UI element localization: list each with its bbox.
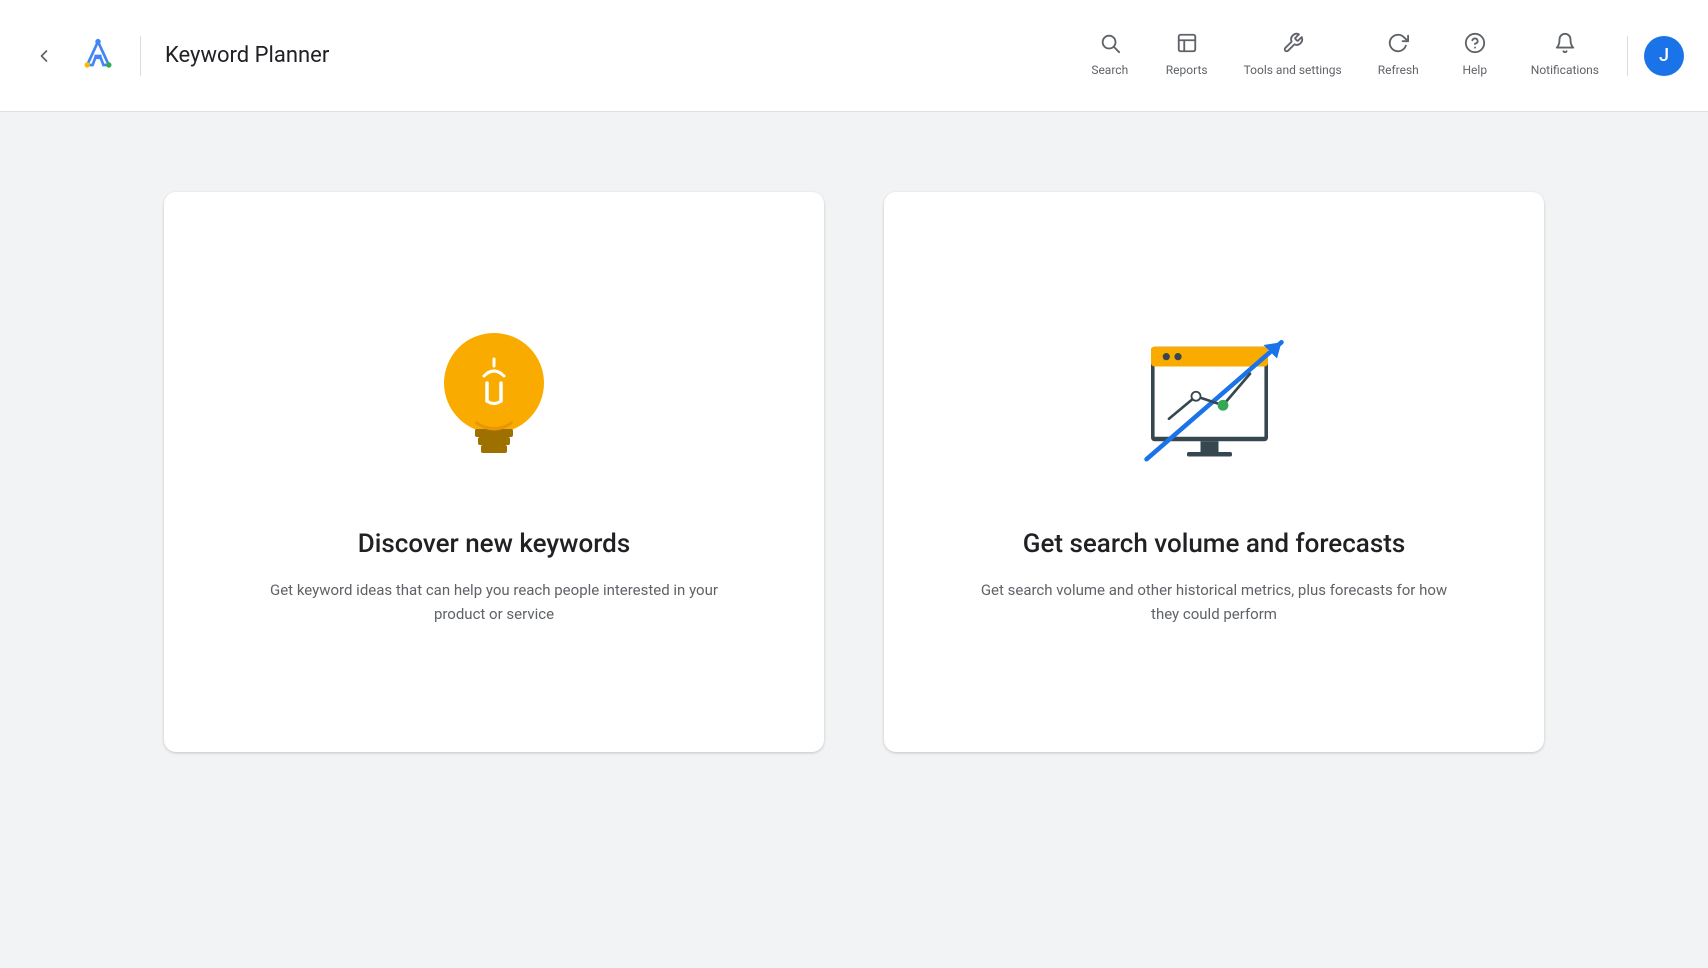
- nav-notifications-label: Notifications: [1531, 63, 1599, 79]
- header-left: Keyword Planner: [24, 36, 1074, 76]
- google-ads-logo: [80, 38, 116, 74]
- nav-refresh-label: Refresh: [1378, 63, 1419, 79]
- reports-icon: [1176, 32, 1198, 59]
- search-volume-card[interactable]: Get search volume and forecasts Get sear…: [884, 192, 1544, 752]
- refresh-icon: [1387, 32, 1409, 59]
- back-button[interactable]: [24, 36, 64, 76]
- nav-item-search[interactable]: Search: [1074, 24, 1146, 87]
- bell-icon: [1554, 32, 1576, 59]
- top-nav: Search Reports Tools and settings: [1074, 24, 1684, 87]
- avatar[interactable]: J: [1644, 36, 1684, 76]
- nav-help-label: Help: [1462, 63, 1487, 79]
- nav-tools-label: Tools and settings: [1244, 63, 1342, 79]
- header-divider: [140, 36, 141, 76]
- chart-illustration: [1124, 308, 1304, 488]
- nav-item-notifications[interactable]: Notifications: [1515, 24, 1615, 87]
- nav-reports-label: Reports: [1166, 63, 1208, 79]
- help-icon: [1464, 32, 1486, 59]
- page-title: Keyword Planner: [165, 43, 329, 68]
- app-header: Keyword Planner Search Reports: [0, 0, 1708, 112]
- nav-search-label: Search: [1091, 63, 1128, 79]
- nav-right-divider: [1627, 36, 1628, 76]
- search-volume-title: Get search volume and forecasts: [1023, 528, 1406, 562]
- discover-keywords-description: Get keyword ideas that can help you reac…: [254, 578, 734, 626]
- search-icon: [1099, 32, 1121, 59]
- search-volume-description: Get search volume and other historical m…: [974, 578, 1454, 626]
- lightbulb-illustration: [404, 308, 584, 488]
- main-content: Discover new keywords Get keyword ideas …: [0, 112, 1708, 968]
- discover-keywords-card[interactable]: Discover new keywords Get keyword ideas …: [164, 192, 824, 752]
- nav-item-help[interactable]: Help: [1439, 24, 1511, 87]
- nav-item-tools[interactable]: Tools and settings: [1228, 24, 1358, 87]
- nav-item-refresh[interactable]: Refresh: [1362, 24, 1435, 87]
- nav-item-reports[interactable]: Reports: [1150, 24, 1224, 87]
- discover-keywords-title: Discover new keywords: [358, 528, 630, 562]
- tools-icon: [1282, 32, 1304, 59]
